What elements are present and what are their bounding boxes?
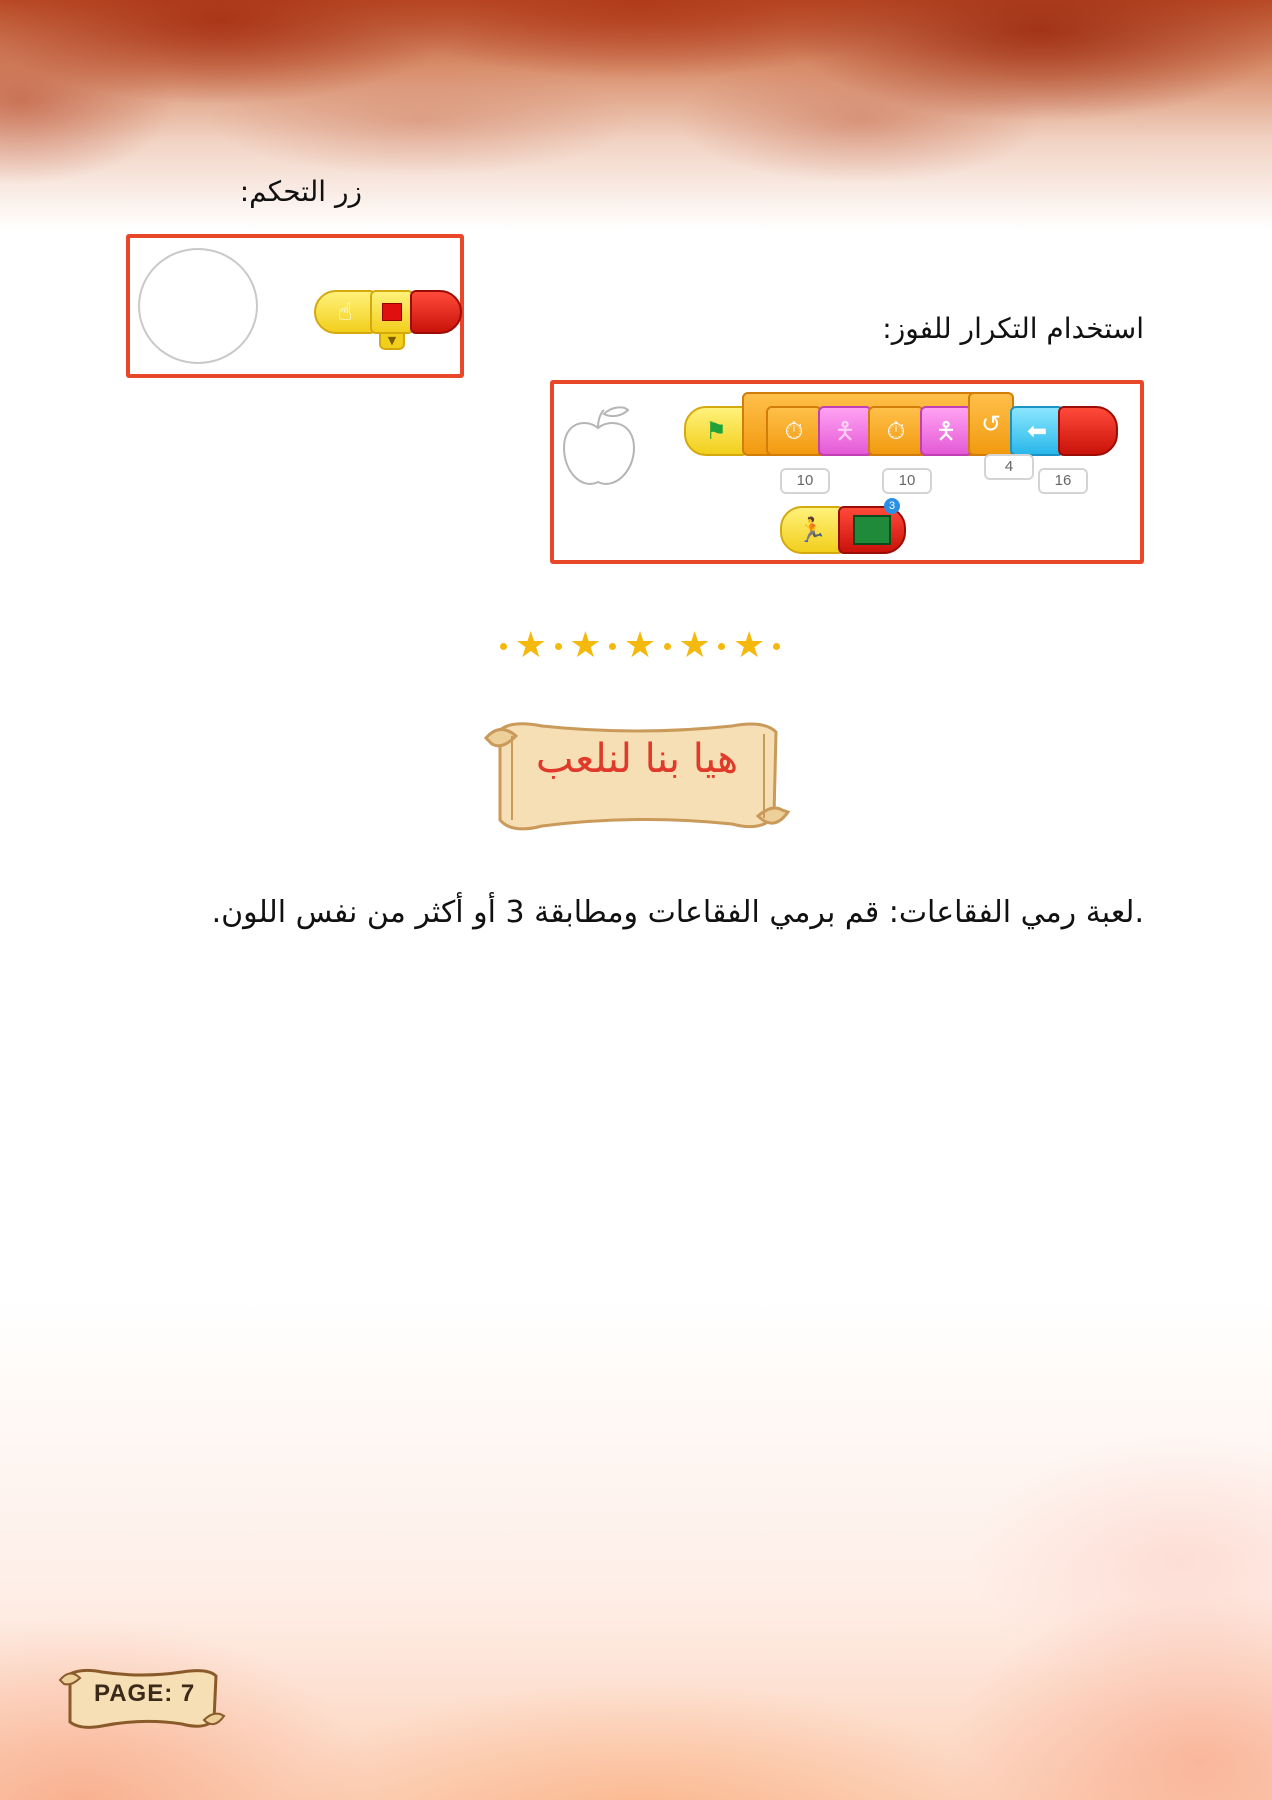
repeat-end-block[interactable]: ↺ [968,392,1014,456]
touch-hand-icon: ☝ [337,298,353,326]
person-icon: 🯅 [935,417,957,445]
go-to-scene-block[interactable] [838,506,906,554]
dot [500,642,507,650]
star-icon: ★ [678,625,711,666]
green-flag-block[interactable]: ⚑ [684,406,748,456]
wait-block-1[interactable]: ⏱ [766,406,822,456]
control-button-label: زر التحكم: [239,175,362,208]
repeat-count-value[interactable]: 4 [984,454,1034,480]
green-flag-icon: ⚑ [705,417,727,445]
control-code-panel: ☝ ▼ [126,234,464,378]
dot [772,642,780,650]
star-icon: ★ [514,625,547,666]
watercolor-header-background [0,0,1272,260]
wait-2-value[interactable]: 10 [882,468,932,494]
dot [609,642,617,650]
stage-circle [138,248,258,364]
stopwatch-icon: ⏱ [886,417,906,445]
dot [663,642,671,650]
page-label: PAGE: 7 [94,1680,196,1707]
move-left-block[interactable]: ⬅ [1010,406,1064,456]
show-block-2[interactable]: 🯅 [920,406,972,456]
touch-trigger-block[interactable]: ☝ [314,290,376,334]
move-steps-value[interactable]: 16 [1038,468,1088,494]
repeat-code-panel: ⚑ ⏱ 🯅 ⏱ 🯅 ↺ ⬅ 10 10 4 16 🏃 3 [550,380,1144,564]
star-icon: ★ [623,625,657,666]
instruction-paragraph: .لعبة رمي الفقاعات: قم برمي الفقاعات ومط… [211,895,1144,930]
page-number-badge: PAGE: 7 [58,1664,226,1734]
star-icon: ★ [733,625,766,666]
dropdown-arrow-icon[interactable]: ▼ [379,332,405,350]
scene-number-badge: 3 [884,498,900,514]
send-message-block[interactable] [370,290,414,334]
running-people-icon: 🏃 [797,516,827,544]
wait-block-2[interactable]: ⏱ [868,406,924,456]
wait-1-value[interactable]: 10 [780,468,830,494]
end-block[interactable] [1058,406,1118,456]
repeat-arrow-icon: ↺ [980,410,1002,438]
dot [718,642,726,650]
dot [554,642,562,650]
stopwatch-icon: ⏱ [784,417,804,445]
move-left-icon: ⬅ [1026,417,1048,445]
scroll-title: هيا بنا لنلعب [535,736,739,782]
bump-trigger-block[interactable]: 🏃 [780,506,844,554]
apple-icon [562,406,636,485]
star-icon: ★ [569,625,602,666]
scroll-banner: هيا بنا لنلعب [482,716,792,840]
show-block-1[interactable]: 🯅 [818,406,872,456]
scene-thumbnail-icon [853,515,891,545]
end-block[interactable] [410,290,462,334]
red-square-icon [382,303,402,321]
repeat-to-win-label: استخدام التكرار للفوز: [882,312,1144,345]
star-divider: ★ ★ ★ ★ ★ [500,626,780,666]
person-icon: 🯅 [834,417,856,445]
